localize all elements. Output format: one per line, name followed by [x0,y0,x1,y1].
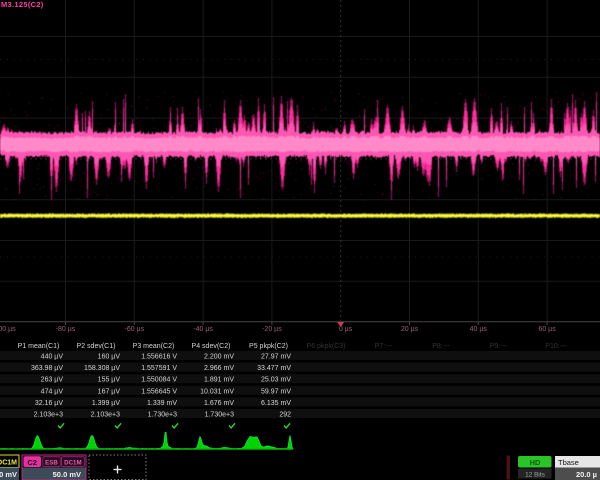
svg-text:DC1M: DC1M [64,459,82,466]
svg-text:2.200 mV: 2.200 mV [204,354,234,361]
svg-text:158.308 µV: 158.308 µV [84,365,120,372]
svg-text:00 µs: 00 µs [0,326,16,333]
svg-text:33.477 mV: 33.477 mV [257,365,291,372]
svg-text:P4 sdev(C2): P4 sdev(C2) [192,343,231,350]
svg-text:HD: HD [530,458,541,467]
svg-text:167 µV: 167 µV [98,388,121,395]
svg-text:Tbase: Tbase [558,458,579,467]
svg-text:263 µV: 263 µV [41,377,64,384]
svg-text:12 Bits: 12 Bits [525,472,546,479]
svg-text:1.891 mV: 1.891 mV [204,377,234,384]
svg-text:59.97 mV: 59.97 mV [261,388,291,395]
svg-text:2.103e+3: 2.103e+3 [34,412,63,419]
svg-text:-20 µs: -20 µs [262,326,282,333]
svg-text:P10:---: P10:--- [545,343,567,350]
svg-text:292: 292 [279,412,291,419]
svg-text:1.557591 V: 1.557591 V [141,365,177,372]
svg-text:50.0 mV: 50.0 mV [53,470,81,479]
svg-text:0 µs: 0 µs [339,326,353,333]
svg-text:32.16 µV: 32.16 µV [35,400,63,407]
svg-text:363.98 µV: 363.98 µV [31,365,63,372]
svg-text:1.676 mV: 1.676 mV [204,400,234,407]
svg-text:1.730e+3: 1.730e+3 [205,412,234,419]
svg-text:-40 µs: -40 µs [193,326,213,333]
svg-text:1.556616 V: 1.556616 V [141,354,177,361]
svg-text:DC1M: DC1M [0,460,17,467]
svg-text:1.730e+3: 1.730e+3 [148,412,177,419]
svg-text:155 µV: 155 µV [98,377,121,384]
svg-text:160 µV: 160 µV [98,354,121,361]
svg-text:P6 pkpk(C3): P6 pkpk(C3) [307,343,346,350]
svg-text:40 µs: 40 µs [470,326,488,333]
svg-text:1.339 mV: 1.339 mV [147,400,177,407]
svg-text:10.031 mV: 10.031 mV [200,388,234,395]
svg-text:ESB: ESB [45,459,58,466]
svg-text:C2: C2 [27,458,37,467]
svg-text:50.0 mV: 50.0 mV [0,470,17,479]
svg-text:25.03 mV: 25.03 mV [261,377,291,384]
svg-text:1.399 µV: 1.399 µV [92,400,120,407]
svg-text:P8:---: P8:--- [432,343,450,350]
svg-text:P3 mean(C2): P3 mean(C2) [133,343,175,350]
svg-text:2.103e+3: 2.103e+3 [91,412,120,419]
svg-text:6.135 mV: 6.135 mV [261,400,291,407]
svg-text:20 µs: 20 µs [401,326,419,333]
svg-text:P5 pkpk(C2): P5 pkpk(C2) [249,343,288,350]
svg-text:-60 µs: -60 µs [124,326,144,333]
svg-text:P1 mean(C1): P1 mean(C1) [18,343,60,350]
svg-text:440 µV: 440 µV [41,354,64,361]
svg-text:60 µs: 60 µs [538,326,556,333]
svg-text:1.556645 V: 1.556645 V [141,388,177,395]
svg-text:P2 sdev(C1): P2 sdev(C1) [77,343,116,350]
svg-text:1.550084 V: 1.550084 V [141,377,177,384]
svg-text:2.966 mV: 2.966 mV [204,365,234,372]
svg-text:-80 µs: -80 µs [56,326,76,333]
svg-text:P9:---: P9:--- [490,343,508,350]
svg-text:474 µV: 474 µV [41,388,64,395]
svg-text:20.0 µ: 20.0 µ [576,470,597,479]
svg-text:27.97 mV: 27.97 mV [261,354,291,361]
svg-text:M3.125(C2): M3.125(C2) [1,0,44,9]
svg-text:P7:---: P7:--- [375,343,393,350]
